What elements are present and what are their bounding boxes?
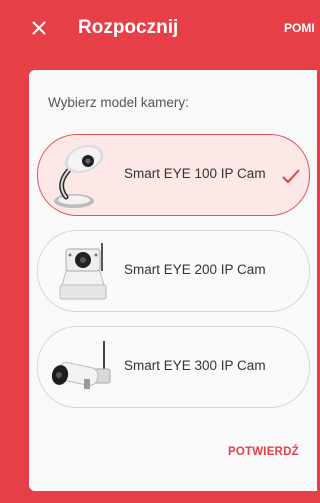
camera-200-image [59, 243, 107, 300]
page-title: Rozpocznij [78, 17, 179, 38]
camera-selection-card: Wybierz model kamery: Smart EYE 100 IP C… [29, 70, 317, 491]
checkmark-icon [282, 169, 300, 184]
camera-option-100[interactable]: Smart EYE 100 IP Cam [37, 134, 310, 216]
camera-300-image [51, 341, 111, 389]
camera-100-image [54, 144, 104, 208]
camera-option-label: Smart EYE 200 IP Cam [124, 262, 266, 277]
camera-option-label: Smart EYE 300 IP Cam [124, 358, 266, 373]
camera-option-200[interactable]: Smart EYE 200 IP Cam [37, 230, 310, 312]
close-icon[interactable] [26, 15, 52, 41]
camera-option-label: Smart EYE 100 IP Cam [124, 166, 266, 181]
skip-button[interactable]: POMI [284, 20, 317, 36]
confirm-button[interactable]: POTWIERDŹ [228, 446, 299, 458]
camera-option-300[interactable]: Smart EYE 300 IP Cam [37, 326, 310, 408]
app-bar: Rozpocznij POMI [0, 0, 317, 63]
camera-model-prompt: Wybierz model kamery: [48, 95, 189, 110]
